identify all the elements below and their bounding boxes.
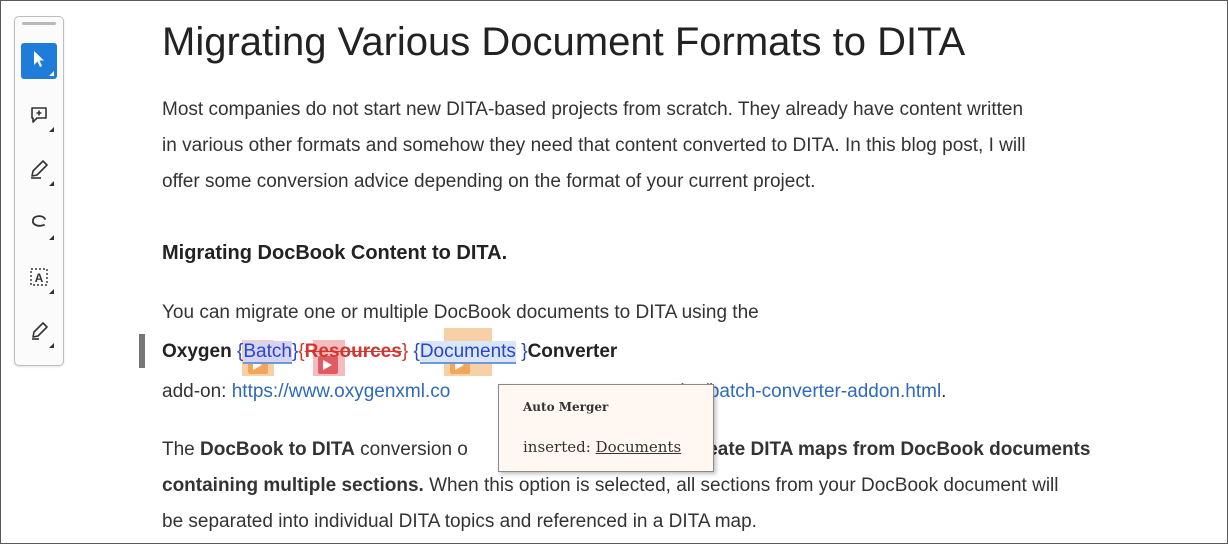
intro-line: offer some conversion advice depending o…: [162, 171, 816, 192]
tooltip-author: Auto Merger: [523, 400, 609, 414]
pointer-arrow-icon: [31, 50, 47, 73]
tooltip-change-value: Documents: [595, 438, 682, 456]
addon-prefix: add-on:: [162, 381, 232, 402]
tooltip-change-type: inserted:: [523, 438, 596, 456]
delete-brace: }: [401, 341, 409, 362]
p4-text: The: [162, 439, 201, 460]
text-box-icon: A: [29, 267, 49, 292]
insert-brace: }: [515, 341, 528, 362]
change-bar: [139, 334, 145, 368]
product-prefix: Oxygen: [162, 341, 237, 362]
comment-tool-button[interactable]: [21, 99, 57, 135]
product-line: Oxygen {Batch}{Resources} {Documents }Co…: [162, 341, 618, 364]
lasso-icon: [29, 213, 49, 238]
page-title: Migrating Various Document Formats to DI…: [162, 20, 966, 64]
p4-text: When this option is selected, all sectio…: [423, 475, 1059, 496]
product-suffix: Converter: [527, 341, 618, 362]
intro-line: Most companies do not start new DITA-bas…: [162, 99, 1024, 120]
section-heading: Migrating DocBook Content to DITA.: [162, 242, 508, 264]
change-tooltip: Auto Merger inserted: Documents: [498, 384, 714, 472]
insert-brace: {: [413, 341, 420, 362]
addon-link[interactable]: https://www.oxygenxml.co: [232, 381, 451, 402]
draw-tool-button[interactable]: [21, 315, 57, 351]
tracked-insertion-documents[interactable]: Documents: [419, 341, 516, 364]
svg-text:A: A: [35, 271, 44, 285]
tooltip-change: inserted: Documents: [523, 438, 681, 456]
pen-square-icon: [29, 321, 49, 346]
tracked-deletion-resources[interactable]: Resources: [305, 341, 402, 362]
select-tool-button[interactable]: [21, 43, 57, 79]
text-tool-button[interactable]: A: [21, 261, 57, 297]
pen-icon: [29, 159, 49, 184]
annotation-toolbar: A: [14, 16, 64, 366]
intro-line: in various other formats and somehow the…: [162, 135, 1026, 156]
addon-period: .: [941, 381, 947, 402]
addon-link-tail[interactable]: ics/batch-converter-addon.html: [680, 381, 941, 402]
highlight-tool-button[interactable]: [21, 153, 57, 189]
p4-text: conversion o: [354, 439, 468, 460]
freehand-tool-button[interactable]: [21, 207, 57, 243]
p4-bold: Create DITA maps from DocBook documents: [686, 439, 1091, 460]
p4-bold: DocBook to DITA: [200, 439, 355, 460]
tracked-insertion-batch[interactable]: Batch: [243, 341, 292, 364]
p4-bold: containing multiple sections.: [162, 475, 424, 496]
comment-plus-icon: [29, 105, 49, 130]
p4-text: be separated into individual DITA topics…: [162, 511, 757, 532]
intro-paragraph: Most companies do not start new DITA-bas…: [162, 92, 1202, 200]
toolbar-grip[interactable]: [22, 22, 56, 25]
migrate-line: You can migrate one or multiple DocBook …: [162, 302, 759, 323]
